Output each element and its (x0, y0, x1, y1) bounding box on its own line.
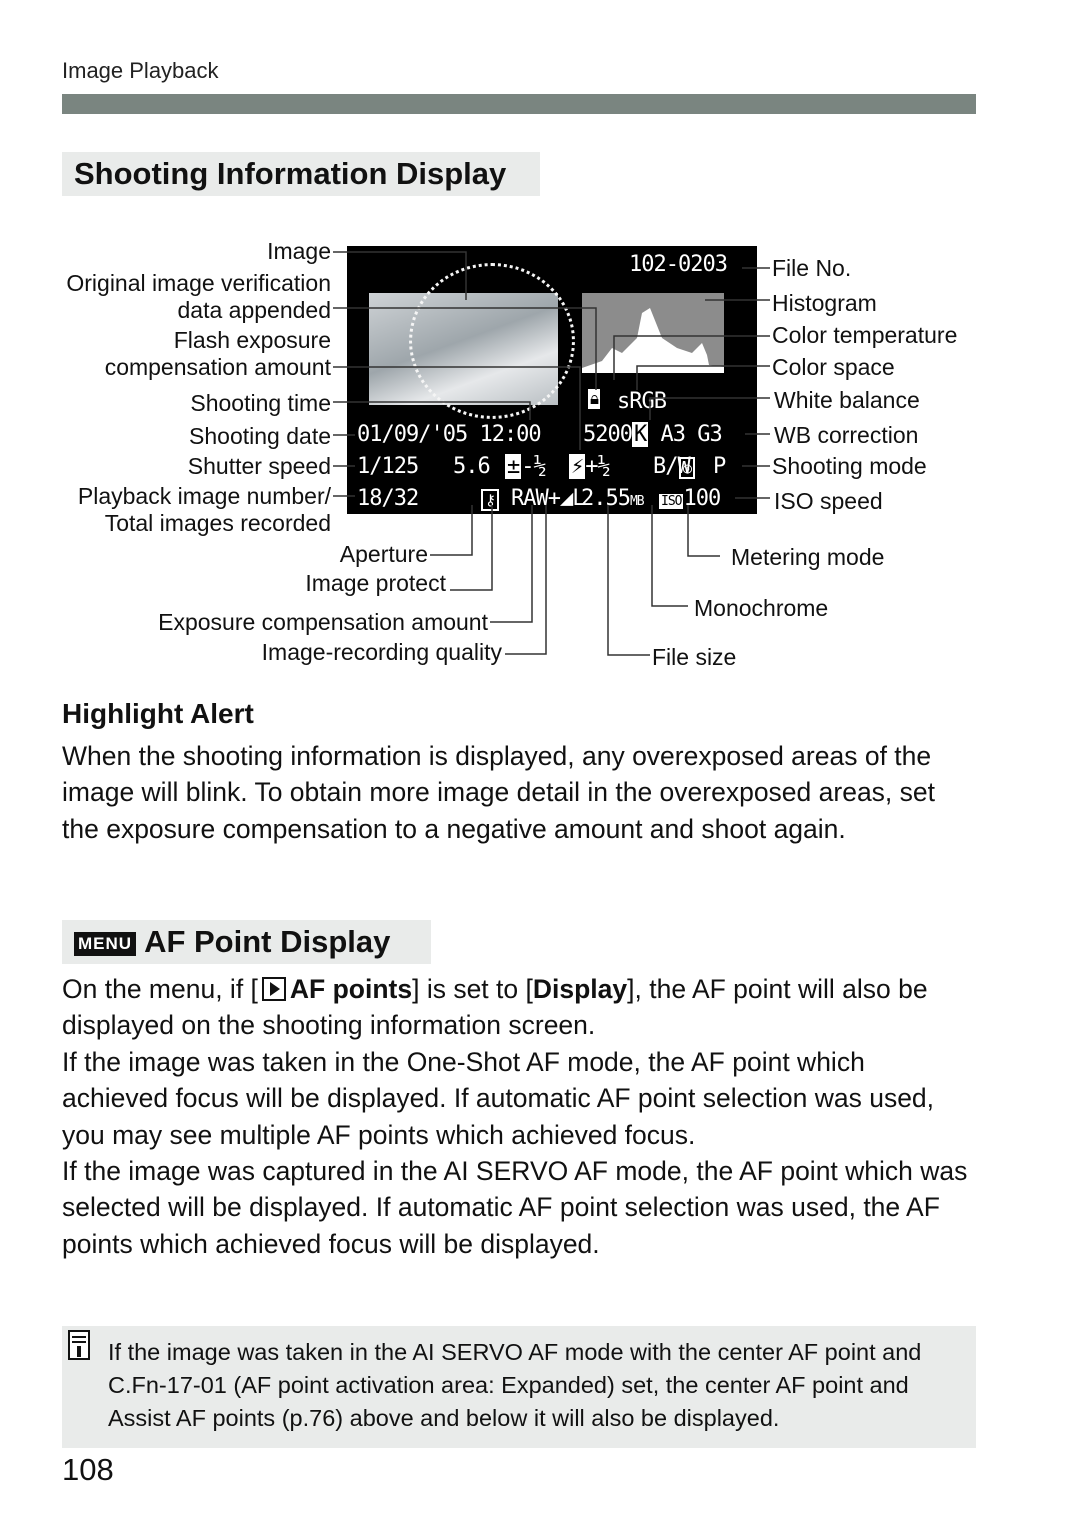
menu-icon: MENU (74, 931, 137, 956)
label-image: Image (267, 238, 331, 264)
highlight-alert-text: When the shooting information is display… (62, 741, 936, 844)
label-monochrome: Monochrome (694, 595, 829, 621)
label-white-balance: White balance (774, 387, 920, 413)
af-paragraph-3: If the image was captured in the AI SERV… (62, 1156, 968, 1259)
af-paragraph-2: If the image was taken in the One-Shot A… (62, 1047, 935, 1150)
label-image-protect: Image protect (305, 570, 446, 596)
aperture: 5.6 (453, 454, 491, 479)
playback-icon (261, 977, 286, 1001)
exp-comp-icon: ± (505, 454, 522, 479)
highlight-alert-heading: Highlight Alert (62, 698, 254, 729)
playback-number: 18/32 (357, 486, 419, 511)
label-flash-comp: Flash exposure compensation amount (104, 327, 331, 380)
label-aperture: Aperture (339, 541, 428, 567)
af-paragraph-1: On the menu, if [AF points] is set to [D… (62, 974, 928, 1041)
wb-info: 5200K A3 G3 (583, 422, 723, 447)
running-header: Image Playback (62, 58, 219, 83)
image-thumbnail (369, 263, 575, 419)
note-box: If the image was taken in the AI SERVO A… (62, 1326, 976, 1448)
date-time: 01/09/'05 12:00 (357, 422, 542, 447)
label-color-space: Color space (772, 354, 895, 380)
flash-comp-icon: ⚡ (569, 454, 586, 479)
color-space: sRGB (617, 389, 667, 414)
note-icon (68, 1330, 90, 1360)
wb-kelvin-icon: K (631, 422, 649, 447)
section-title-af-point: MENU AF Point Display (62, 920, 431, 964)
label-file-size: File size (652, 644, 737, 670)
label-shooting-time: Shooting time (190, 390, 331, 416)
note-text: If the image was taken in the AI SERVO A… (108, 1339, 922, 1431)
iso-icon: ISO (659, 494, 684, 509)
label-shooting-date: Shooting date (189, 423, 331, 449)
label-shutter-speed: Shutter speed (187, 453, 331, 479)
shutter-speed: 1/125 (357, 454, 419, 479)
wb-correction: A3 G3 (660, 422, 722, 447)
exposure-comp: ±-½ (505, 454, 547, 479)
quality: RAW+◢L (511, 486, 585, 511)
file-number: 102-0203 (629, 252, 728, 277)
page-number: 108 (62, 1452, 114, 1487)
label-exp-comp: Exposure compensation amount (158, 609, 488, 635)
label-color-temp: Color temperature (772, 322, 958, 348)
label-iso: ISO speed (774, 488, 883, 514)
verification-lock-icon: 🔒︎ (588, 389, 601, 409)
label-histogram: Histogram (772, 290, 877, 316)
flash-comp: ⚡+½ (569, 454, 611, 479)
label-verification: Original image verification data appende… (66, 270, 331, 323)
section-title-shooting-info: Shooting Information Display (62, 152, 540, 196)
label-metering: Metering mode (731, 544, 885, 570)
header-bar (62, 94, 976, 114)
iso: ISO100 (659, 486, 721, 511)
file-size: 2.55MB (581, 486, 645, 511)
label-quality: Image-recording quality (261, 639, 502, 665)
camera-lcd-screen: 102-0203 🔒︎ sRGB 01/09/'05 12:00 5200K A… (347, 246, 757, 514)
label-file-no: File No. (772, 255, 852, 281)
label-shooting-mode: Shooting mode (772, 453, 927, 479)
label-playback-number: Playback image number/ Total images reco… (77, 483, 331, 536)
protect-key-icon: ⚷ (481, 486, 499, 511)
metering-icon: ◎ (679, 454, 696, 479)
label-wb-correction: WB correction (774, 422, 919, 448)
manual-page: Image Playback Shooting Information Disp… (0, 0, 1080, 1521)
histogram (582, 293, 724, 373)
color-temp: 5200 (583, 422, 633, 447)
shooting-mode: P (713, 454, 726, 479)
